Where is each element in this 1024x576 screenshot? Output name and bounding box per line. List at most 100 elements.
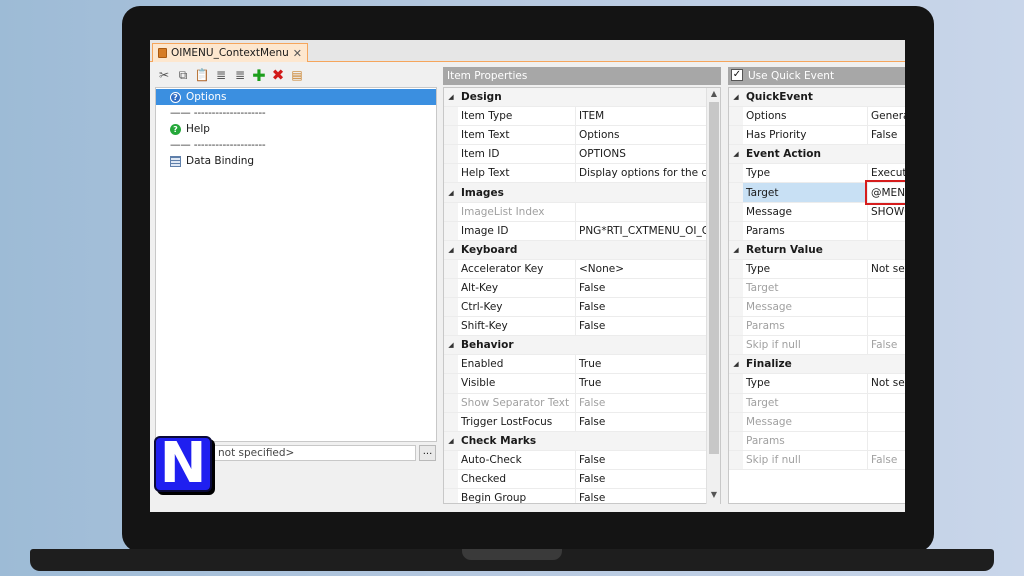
collapse-icon[interactable]: ◢: [729, 355, 743, 374]
collapse-icon[interactable]: ◢: [444, 240, 458, 259]
event-category-quickevent[interactable]: ◢ QuickEvent: [729, 88, 905, 108]
event-property-params[interactable]: Params: [729, 317, 905, 337]
item-property-shift-key[interactable]: Shift-Key False: [444, 317, 720, 337]
item-property-item-text[interactable]: Item Text Options: [444, 126, 720, 146]
property-value[interactable]: True: [576, 374, 720, 392]
property-value[interactable]: [868, 279, 905, 297]
paste-icon[interactable]: 📋: [194, 67, 210, 83]
event-property-type[interactable]: TypeNot set: [729, 374, 905, 394]
event-property-skip-if-null[interactable]: Skip if null False: [729, 336, 905, 356]
event-property-type[interactable]: TypeNot set: [729, 259, 905, 279]
property-value[interactable]: [868, 394, 905, 412]
property-value[interactable]: PNG*RTI_CXTMENU_OI_OPT: [576, 222, 720, 240]
item-property-item-id[interactable]: Item ID OPTIONS: [444, 145, 720, 165]
document-tab[interactable]: OIMENU_ContextMenu ✕: [152, 43, 308, 62]
item-property-accelerator-key[interactable]: Accelerator Key <None>: [444, 259, 720, 279]
use-quick-event-checkbox[interactable]: ✓: [731, 69, 743, 81]
event-property-message[interactable]: MessageSHOWO: [729, 202, 905, 222]
event-category-event-action[interactable]: ◢ Event Action: [729, 145, 905, 165]
item-category-images[interactable]: ◢ Images: [444, 183, 720, 203]
event-property-has-priority[interactable]: Has Priority False: [729, 126, 905, 146]
event-property-target[interactable]: Target: [729, 393, 905, 413]
event-property-options[interactable]: OptionsGenera: [729, 107, 905, 127]
property-value[interactable]: SHOWO: [868, 203, 905, 221]
tree-separator[interactable]: —— --------------------: [156, 137, 436, 153]
collapse-icon[interactable]: ◢: [444, 336, 458, 355]
property-value[interactable]: Not set: [868, 260, 905, 278]
event-category-finalize[interactable]: ◢ Finalize: [729, 355, 905, 375]
property-value[interactable]: False: [576, 394, 720, 412]
cut-icon[interactable]: ✂: [156, 67, 172, 83]
item-category-keyboard[interactable]: ◢ Keyboard: [444, 240, 720, 260]
item-property-trigger-lostfocus[interactable]: Trigger LostFocus False: [444, 412, 720, 432]
property-value[interactable]: False: [868, 336, 905, 354]
property-value[interactable]: [576, 203, 720, 221]
close-icon[interactable]: ✕: [293, 47, 302, 60]
collapse-icon[interactable]: ◢: [729, 88, 743, 107]
tree-item-help[interactable]: ? Help: [156, 121, 436, 137]
indent-icon[interactable]: ≣: [213, 67, 229, 83]
property-value[interactable]: OPTIONS: [576, 145, 720, 163]
item-category-check-marks[interactable]: ◢ Check Marks: [444, 431, 720, 451]
property-value[interactable]: ITEM: [576, 107, 720, 125]
event-property-skip-if-null[interactable]: Skip if null False: [729, 450, 905, 470]
item-property-show-separator-text[interactable]: Show Separator Text False: [444, 393, 720, 413]
tree-item-data-binding[interactable]: Data Binding: [156, 153, 436, 169]
quick-event-grid[interactable]: ◢QuickEventOptionsGeneraHas PriorityFals…: [728, 87, 905, 504]
item-property-imagelist-index[interactable]: ImageList Index: [444, 202, 720, 222]
item-property-visible[interactable]: Visible True: [444, 374, 720, 394]
scroll-down-icon[interactable]: ▼: [707, 490, 721, 499]
property-value[interactable]: False: [868, 126, 905, 144]
delete-icon[interactable]: ✖: [270, 66, 286, 84]
property-value[interactable]: [868, 413, 905, 431]
property-value[interactable]: False: [576, 279, 720, 297]
event-property-target[interactable]: Target: [729, 278, 905, 299]
item-category-design[interactable]: ◢ Design: [444, 88, 720, 108]
property-value[interactable]: False: [576, 470, 720, 488]
property-value[interactable]: [868, 432, 905, 450]
property-value[interactable]: <None>: [576, 260, 720, 278]
tree-item-options[interactable]: ? Options: [156, 89, 436, 105]
event-property-type[interactable]: TypeExecute: [729, 164, 905, 184]
copy-icon[interactable]: ⧉: [175, 67, 191, 83]
event-property-params[interactable]: Params: [729, 221, 905, 241]
item-property-begin-group[interactable]: Begin Group False: [444, 488, 720, 503]
browse-button[interactable]: ...: [419, 445, 436, 461]
collapse-icon[interactable]: ◢: [729, 240, 743, 259]
event-property-target[interactable]: Target@MENU: [729, 183, 905, 203]
property-value[interactable]: False: [576, 298, 720, 316]
item-property-item-type[interactable]: Item Type ITEM: [444, 107, 720, 127]
property-value[interactable]: False: [868, 451, 905, 469]
property-value[interactable]: Genera: [868, 107, 905, 125]
item-category-behavior[interactable]: ◢ Behavior: [444, 336, 720, 356]
property-value[interactable]: False: [576, 489, 720, 503]
item-properties-grid[interactable]: ◢ Design Item Type ITEM Item Text Options Item…: [443, 87, 721, 504]
collapse-icon[interactable]: ◢: [444, 431, 458, 450]
property-value[interactable]: [868, 317, 905, 335]
collapse-icon[interactable]: ◢: [444, 183, 458, 202]
item-property-alt-key[interactable]: Alt-Key False: [444, 278, 720, 299]
scrollbar-thumb[interactable]: [709, 102, 719, 454]
collapse-icon[interactable]: ◢: [729, 145, 743, 164]
property-value[interactable]: False: [576, 413, 720, 431]
property-value[interactable]: [868, 222, 905, 240]
outdent-icon[interactable]: ≣: [232, 67, 248, 83]
property-value[interactable]: Options: [576, 126, 720, 144]
event-property-message[interactable]: Message: [729, 412, 905, 432]
add-icon[interactable]: ✚: [251, 66, 267, 85]
item-property-checked[interactable]: Checked False: [444, 469, 720, 489]
property-value[interactable]: @MENU: [868, 183, 905, 201]
tree-separator[interactable]: —— --------------------: [156, 105, 436, 121]
property-value[interactable]: [868, 298, 905, 316]
item-properties-scrollbar[interactable]: ▲ ▼: [706, 88, 720, 504]
item-property-enabled[interactable]: Enabled True: [444, 355, 720, 375]
event-property-params[interactable]: Params: [729, 431, 905, 451]
property-value[interactable]: False: [576, 317, 720, 335]
menu-tree[interactable]: ? Options —— --------------------? Help —— -…: [155, 87, 437, 442]
property-value[interactable]: True: [576, 355, 720, 373]
property-value[interactable]: Display options for the curr: [576, 164, 720, 182]
event-property-message[interactable]: Message: [729, 298, 905, 318]
property-value[interactable]: Not set: [868, 374, 905, 392]
item-property-image-id[interactable]: Image ID PNG*RTI_CXTMENU_OI_OPT: [444, 221, 720, 241]
item-property-ctrl-key[interactable]: Ctrl-Key False: [444, 298, 720, 318]
